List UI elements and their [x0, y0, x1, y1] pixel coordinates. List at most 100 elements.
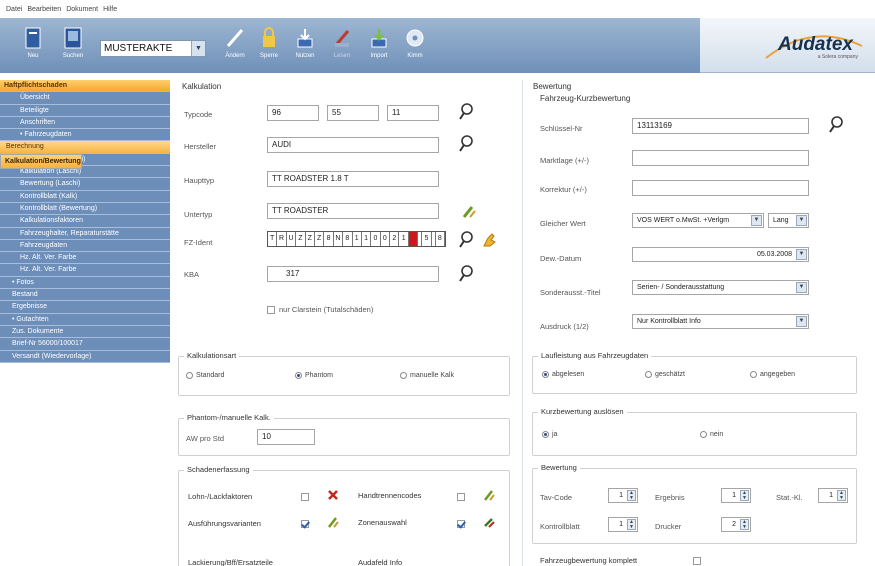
sidebar-item-fzdaten[interactable]: Fahrzeugdaten [0, 239, 170, 253]
typcode-field-3[interactable]: 11 [387, 105, 439, 121]
sonderausst-select[interactable]: Serien- / Sonderausstattung ▼ [632, 280, 809, 295]
datum-picker[interactable]: 05.03.2008 ▼ [632, 247, 809, 262]
sidebar-item-bestand[interactable]: Bestand [0, 289, 170, 302]
sidebar-item-anschriften[interactable]: Anschriften [0, 116, 170, 130]
sidebar-item-dokumente[interactable]: Zus. Dokumente [0, 325, 170, 339]
drucker-spinner[interactable]: 2 ▲ ▼ [721, 517, 751, 532]
lang-select[interactable]: Lang ▼ [768, 213, 809, 228]
sidebar-item-bew-laschi[interactable]: Bewertung (Laschi) [0, 178, 170, 191]
radio-ja[interactable]: ja [542, 431, 557, 438]
new-button[interactable]: Neu [16, 24, 50, 68]
aw-field[interactable]: 10 [257, 429, 315, 445]
use-button[interactable]: Nutzen [288, 24, 322, 68]
spinner-arrows-icon[interactable]: ▲ ▼ [627, 519, 636, 530]
vin-char: 1 [352, 232, 362, 246]
vin-char: Z [305, 232, 315, 246]
akte-combobox[interactable]: MUSTERAKTE ▼ [100, 40, 206, 57]
sidebar-item-kontroll-kalk[interactable]: Kontrollblatt (Kalk) [0, 190, 170, 203]
korrektur-field[interactable] [632, 180, 809, 196]
sidebar-item-brief[interactable]: Brief-Nr 56000/100017 [0, 338, 170, 351]
spinner-arrows-icon[interactable]: ▲ ▼ [740, 490, 749, 501]
sidebar-item-fahrzeugdaten[interactable]: • Fahrzeugdaten [0, 129, 170, 142]
vin-field[interactable]: T R U Z Z Z 8 N 8 1 1 0 0 2 1 5 8 [267, 231, 447, 247]
haupttyp-field[interactable]: TT ROADSTER 1.8 T [267, 171, 439, 187]
spinner-arrows-icon[interactable]: ▲ ▼ [837, 490, 846, 501]
typcode-field-1[interactable]: 96 [267, 105, 319, 121]
cd-icon [405, 26, 425, 50]
kba-field[interactable]: 317 [267, 266, 439, 282]
spinner-arrows-icon[interactable]: ▲ ▼ [627, 490, 636, 501]
ergebnis-spinner[interactable]: 1 ▲ ▼ [721, 488, 751, 503]
chevron-down-icon: ▼ [796, 282, 807, 293]
radio-dot-selected [295, 372, 302, 379]
ausfuehrungsvarianten-checkbox[interactable] [301, 520, 309, 528]
import-label: Import [370, 53, 388, 59]
eraser-icon[interactable] [483, 516, 495, 528]
untertyp-field[interactable]: TT ROADSTER [267, 203, 439, 219]
sidebar-item-gutachten[interactable]: • Gutachten [0, 313, 170, 326]
edit-button[interactable]: Ändern [218, 24, 252, 68]
radio-phantom[interactable]: Phantom [295, 372, 333, 379]
sidebar-item-fotos[interactable]: • Fotos [0, 276, 170, 290]
search-icon[interactable] [458, 135, 474, 153]
marktlage-field[interactable] [632, 150, 809, 166]
import-button[interactable]: Import [362, 24, 396, 68]
spinner-arrows-icon[interactable]: ▲ ▼ [740, 519, 749, 530]
gleicher-wert-select[interactable]: VOS WERT o.MwSt. +Verlgm ▼ [632, 213, 764, 228]
search-icon[interactable] [458, 265, 474, 283]
sidebar-item-kontroll-bew[interactable]: Kontrollblatt (Bewertung) [0, 202, 170, 216]
search-icon[interactable] [458, 231, 474, 249]
kontrollblatt-spinner[interactable]: 1 ▲ ▼ [608, 517, 638, 532]
search-icon[interactable] [828, 116, 844, 134]
menu-dokument[interactable]: Dokument [66, 6, 98, 13]
hand-point-icon[interactable] [481, 230, 497, 248]
radio-angegeben[interactable]: angegeben [750, 371, 795, 378]
radio-standard[interactable]: Standard [186, 372, 224, 379]
edit-pencil-icon[interactable] [462, 205, 476, 219]
zonenauswahl-checkbox[interactable] [457, 520, 465, 528]
nur-clarstein-checkbox[interactable] [267, 306, 275, 314]
sidebar-item-berechnung[interactable]: Berechnung [0, 141, 170, 154]
hersteller-field[interactable]: AUDI [267, 137, 439, 153]
vin-char: 1 [361, 232, 372, 246]
sidebar-item-farbe-2[interactable]: Hz. Alt. Ver. Farbe [0, 264, 170, 277]
search-icon[interactable] [458, 103, 474, 121]
tav-code-spinner[interactable]: 1 ▲ ▼ [608, 488, 638, 503]
handtrennencodes-checkbox[interactable] [457, 493, 465, 501]
search-button[interactable]: Suchen [56, 24, 90, 68]
bewertung-title: Bewertung [533, 82, 572, 91]
radio-manuelle-kalk[interactable]: manuelle Kalk [400, 372, 454, 379]
handtrennencodes-label: Handtrennencodes [358, 491, 422, 500]
stat-kl-spinner[interactable]: 1 ▲ ▼ [818, 488, 848, 503]
sidebar-item-kalkulation[interactable]: Kalkulation/Bewertung [0, 153, 82, 169]
sidebar-item-farbe-1[interactable]: Hz. Alt. Ver. Farbe [0, 252, 170, 265]
kalkulation-title: Kalkulation [182, 82, 222, 91]
radio-abgelesen[interactable]: abgelesen [542, 371, 584, 378]
lock-button[interactable]: Sperre [252, 24, 286, 68]
ausdruck-select[interactable]: Nur Kontrollblatt Info ▼ [632, 314, 809, 329]
edit-pencil-icon[interactable] [483, 489, 495, 501]
sidebar-item-versandt[interactable]: Versandt (Wiedervorlage) [0, 350, 170, 363]
radio-geschaetzt[interactable]: geschätzt [645, 371, 685, 378]
sidebar-item-haftpflicht[interactable]: Haftpflichtschaden [0, 80, 170, 93]
sidebar-item-beteiligte[interactable]: Beteiligte [0, 104, 170, 117]
kimm-button[interactable]: Kimm [398, 24, 432, 68]
sidebar-item-kalkfaktoren[interactable]: Kalkulationsfaktoren [0, 215, 170, 228]
schluessel-field[interactable]: 13113169 [632, 118, 809, 134]
lohn-faktoren-checkbox[interactable] [301, 493, 309, 501]
typcode-field-2[interactable]: 55 [327, 105, 379, 121]
sidebar-item-ergebnisse[interactable]: Ergebnisse [0, 301, 170, 314]
menu-bearbeiten[interactable]: Bearbeiten [27, 6, 61, 13]
radio-nein[interactable]: nein [700, 431, 723, 438]
sidebar-item-uebersicht[interactable]: Übersicht [0, 92, 170, 105]
fzident-label: FZ-Ident [184, 238, 213, 247]
fahrzeugbewertung-komplett-checkbox[interactable] [693, 557, 701, 565]
menu-hilfe[interactable]: Hilfe [103, 6, 117, 13]
menu-datei[interactable]: Datei [6, 6, 22, 13]
sidebar-item-halter[interactable]: Fahrzeughalter, Reparaturstätte [0, 227, 170, 240]
read-button[interactable]: Lesen [325, 24, 359, 68]
stat-kl-label: Stat.-Kl. [776, 493, 803, 502]
close-icon[interactable] [327, 489, 339, 501]
edit-pencil-icon[interactable] [327, 516, 339, 528]
chevron-down-icon[interactable]: ▼ [191, 41, 205, 56]
